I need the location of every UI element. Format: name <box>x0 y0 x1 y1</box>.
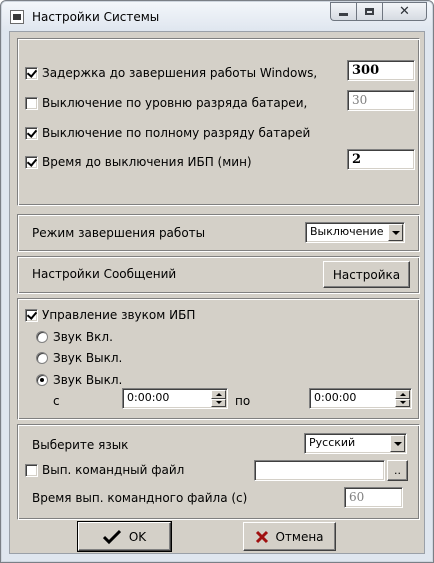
language-panel: Выберите язык Русский Вып. командный фай… <box>17 424 420 520</box>
close-button[interactable]: ✕ <box>382 2 427 21</box>
chevron-down-icon[interactable] <box>390 435 405 452</box>
from-time-input[interactable]: 0:00:00 <box>122 388 228 409</box>
sound-on-label: Звук Вкл. <box>53 330 113 344</box>
spin-down-icon[interactable] <box>211 398 226 407</box>
language-label: Выберите язык <box>32 438 129 452</box>
to-time-spinner[interactable] <box>395 390 410 407</box>
maximize-button[interactable] <box>356 2 382 21</box>
window-title: Настройки Системы <box>32 10 160 24</box>
ups-sound-checkbox[interactable] <box>25 309 38 322</box>
cmd-file-input[interactable] <box>254 460 385 481</box>
sound-off-label: Звук Выкл. <box>53 351 123 365</box>
sound-on-radio[interactable] <box>36 331 48 343</box>
to-time-value: 0:00:00 <box>314 391 357 404</box>
spin-down-icon[interactable] <box>395 398 410 407</box>
battery-full-label: Выключение по полному разряду батарей <box>42 126 311 140</box>
spin-up-icon[interactable] <box>395 390 410 399</box>
shutdown-options-panel: Задержка до завершения работы Windows, 3… <box>17 38 420 206</box>
caption-buttons: ✕ <box>330 2 427 22</box>
delay-label: Задержка до завершения работы Windows, <box>42 66 318 80</box>
battery-level-label: Выключение по уровню разряда батареи, <box>42 96 308 110</box>
cross-icon <box>256 530 269 543</box>
close-icon: ✕ <box>399 4 410 19</box>
shutdown-mode-panel: Режим завершения работы Выключение <box>17 214 420 252</box>
ups-sound-panel: Управление звуком ИБП Звук Вкл. Звук Вык… <box>17 298 420 420</box>
to-time-input[interactable]: 0:00:00 <box>309 388 412 409</box>
cmd-file-checkbox[interactable] <box>25 464 38 477</box>
browse-button[interactable]: .. <box>387 460 408 481</box>
cancel-button[interactable]: Отмена <box>243 522 336 551</box>
from-label: с <box>53 394 60 408</box>
sound-off-schedule-label: Звук Выкл. <box>53 373 123 387</box>
from-time-value: 0:00:00 <box>127 391 170 404</box>
messages-panel: Настройки Сообщений Настройка <box>17 256 420 294</box>
shutdown-mode-select[interactable]: Выключение <box>305 222 405 243</box>
cmd-time-label: Время вып. командного файла (с) <box>32 491 248 505</box>
delay-input[interactable]: 300 <box>347 60 415 81</box>
minimize-icon <box>339 13 348 16</box>
battery-level-input: 30 <box>347 90 415 111</box>
ok-label: OK <box>128 529 147 544</box>
delay-checkbox[interactable] <box>25 67 38 80</box>
spin-up-icon[interactable] <box>211 390 226 399</box>
ups-off-time-input[interactable]: 2 <box>347 149 415 170</box>
dialog-client-area: Задержка до завершения работы Windows, 3… <box>9 31 425 554</box>
ups-sound-label: Управление звуком ИБП <box>42 308 196 322</box>
cmd-file-label: Вып. командный файл <box>42 463 185 477</box>
cancel-label: Отмена <box>275 529 324 544</box>
sound-off-radio[interactable] <box>36 352 48 364</box>
ok-button[interactable]: OK <box>77 521 172 552</box>
battery-full-checkbox[interactable] <box>25 127 38 140</box>
ups-off-time-label: Время до выключения ИБП (мин) <box>42 155 252 169</box>
battery-level-checkbox[interactable] <box>25 97 38 110</box>
shutdown-mode-label: Режим завершения работы <box>32 226 206 240</box>
from-time-spinner[interactable] <box>211 390 226 407</box>
checkmark-icon <box>102 529 121 544</box>
language-value: Русский <box>309 436 356 449</box>
chevron-down-icon[interactable] <box>388 224 403 241</box>
ups-off-time-checkbox[interactable] <box>25 156 38 169</box>
language-select[interactable]: Русский <box>304 433 407 454</box>
settings-window: Настройки Системы ✕ Задержка до завершен… <box>0 0 434 563</box>
messages-label: Настройки Сообщений <box>32 267 177 281</box>
maximize-icon <box>365 8 374 15</box>
sound-off-schedule-radio[interactable] <box>36 374 48 386</box>
configure-messages-button[interactable]: Настройка <box>323 261 410 288</box>
minimize-button[interactable] <box>330 2 356 21</box>
app-icon[interactable] <box>10 10 24 24</box>
shutdown-mode-value: Выключение <box>310 225 384 238</box>
title-bar[interactable]: Настройки Системы ✕ <box>1 1 433 31</box>
cmd-time-input: 60 <box>344 487 403 508</box>
to-label: по <box>235 394 251 408</box>
